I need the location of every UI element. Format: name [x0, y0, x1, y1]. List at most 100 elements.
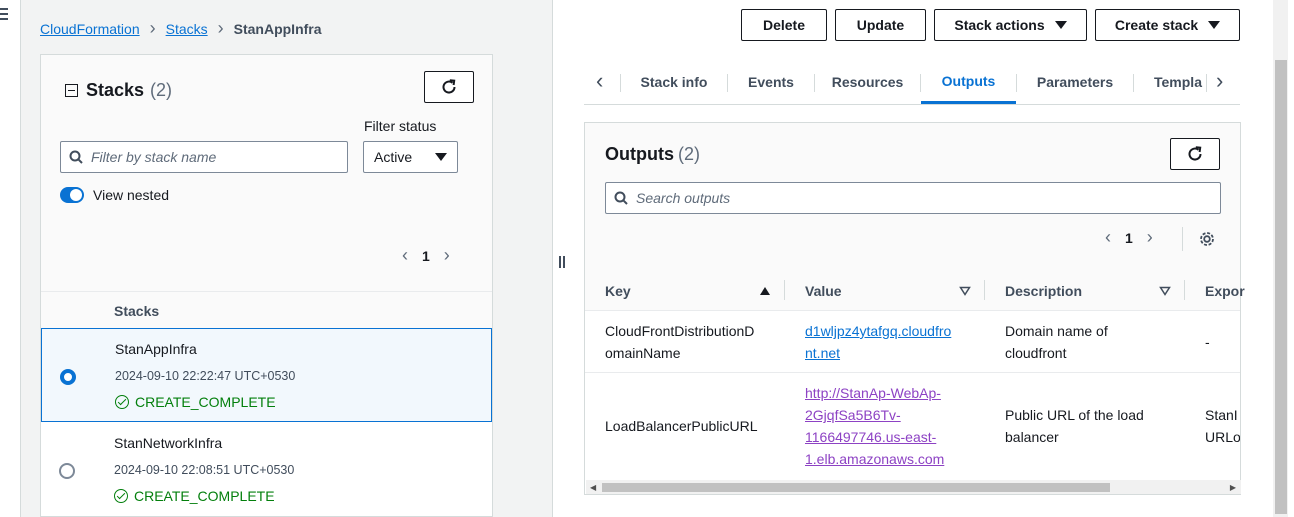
column-header-export[interactable]: Expor	[1205, 283, 1245, 299]
tab-stack-info[interactable]: Stack info	[621, 60, 727, 104]
sort-asc-icon[interactable]	[759, 286, 771, 296]
menu-icon[interactable]	[0, 8, 10, 20]
stack-name: StanAppInfra	[115, 341, 197, 357]
refresh-icon	[1188, 146, 1202, 161]
table-row: LoadBalancerPublicURL http://StanAp-WebA…	[585, 373, 1240, 481]
stacks-page-number[interactable]: 1	[422, 248, 430, 264]
check-circle-icon	[115, 395, 129, 409]
output-key: LoadBalancerPublicURL	[605, 418, 758, 434]
stack-radio[interactable]	[59, 463, 75, 479]
chevron-right-icon[interactable]: ›	[1147, 227, 1153, 248]
scrollbar-thumb[interactable]	[602, 483, 1110, 492]
stack-name: StanNetworkInfra	[114, 435, 223, 451]
refresh-outputs-button[interactable]	[1170, 138, 1220, 170]
chevron-right-icon[interactable]: ›	[444, 245, 450, 266]
sort-icon[interactable]	[1159, 286, 1171, 296]
breadcrumb-cloudformation[interactable]: CloudFormation	[40, 21, 140, 37]
column-header-value[interactable]: Value	[805, 283, 842, 299]
outputs-title-label: Outputs	[605, 144, 674, 164]
update-button[interactable]: Update	[835, 9, 926, 41]
create-stack-label: Create stack	[1114, 17, 1199, 33]
outputs-pagination: ‹ 1 ›	[1105, 227, 1153, 248]
outputs-table-header: Key Value Description Expor	[585, 271, 1245, 311]
stack-actions-button[interactable]: Stack actions	[934, 9, 1087, 41]
filter-status-select[interactable]: Active	[363, 141, 458, 173]
output-description: Domain name of cloudfront	[1005, 323, 1108, 361]
page-vertical-scrollbar[interactable]	[1273, 0, 1288, 517]
output-key: CloudFrontDistributionD omainName	[605, 323, 755, 361]
outputs-card: Outputs(2) ‹ 1 › Key Value Descr	[584, 122, 1245, 495]
caret-down-icon	[1208, 21, 1221, 29]
pane-resize-handle[interactable]	[559, 256, 567, 270]
update-button-label: Update	[856, 17, 905, 33]
caret-down-icon	[435, 153, 447, 161]
search-icon	[69, 150, 83, 164]
outputs-page-number[interactable]: 1	[1125, 230, 1133, 246]
chevron-left-icon[interactable]: ‹	[596, 68, 603, 94]
stack-status: CREATE_COMPLETE	[114, 488, 275, 504]
output-export: -	[1205, 334, 1210, 350]
stacks-title-label: Stacks	[86, 80, 145, 100]
breadcrumb-chevron-icon: ›	[149, 18, 156, 38]
sort-icon[interactable]	[959, 286, 971, 296]
table-row: CloudFrontDistributionD omainName d1wljpz…	[585, 311, 1240, 373]
stack-actions-label: Stack actions	[954, 17, 1045, 33]
breadcrumb-stacks[interactable]: Stacks	[166, 21, 208, 37]
stack-row[interactable]: StanAppInfra 2024-09-10 22:22:47 UTC+053…	[41, 328, 492, 422]
output-description: Public URL of the load balancer	[1005, 407, 1144, 445]
tab-parameters-label: Parameters	[1036, 74, 1114, 90]
view-nested-toggle[interactable]	[60, 187, 84, 203]
collapse-icon[interactable]	[65, 84, 78, 97]
breadcrumb-chevron-icon: ›	[217, 18, 224, 38]
refresh-stacks-button[interactable]	[424, 71, 474, 103]
stack-search-input[interactable]	[91, 149, 331, 165]
chevron-right-icon[interactable]: ›	[1216, 68, 1223, 94]
chevron-left-icon[interactable]: ‹	[402, 245, 408, 266]
stack-search-field[interactable]	[60, 141, 348, 173]
search-icon	[614, 191, 628, 205]
column-header-key[interactable]: Key	[605, 283, 631, 299]
output-value-link[interactable]: http://StanAp-WebAp- 2GjqfSa5B6Tv- 1166497…	[805, 385, 944, 467]
stacks-table-header: Stacks	[41, 291, 492, 329]
chevron-left-icon[interactable]: ‹	[1105, 227, 1111, 248]
view-nested-toggle-row: View nested	[60, 187, 169, 203]
outputs-horizontal-scrollbar[interactable]: ◀ ▶	[586, 480, 1241, 494]
tab-events[interactable]: Events	[728, 60, 814, 104]
tab-parameters[interactable]: Parameters	[1017, 60, 1133, 104]
scroll-right-icon[interactable]: ▶	[1230, 483, 1236, 492]
delete-button[interactable]: Delete	[741, 9, 827, 41]
tab-resources-label: Resources	[831, 74, 904, 90]
caret-down-icon	[1054, 21, 1067, 29]
output-value-link[interactable]: d1wljpz4ytafgq.cloudfro nt.net	[805, 323, 951, 361]
filter-status-value: Active	[374, 149, 413, 165]
stacks-title: Stacks (2)	[65, 80, 172, 101]
check-circle-icon	[114, 489, 128, 503]
stack-status: CREATE_COMPLETE	[115, 394, 276, 410]
tab-template-label: Templa	[1154, 74, 1202, 90]
refresh-icon	[442, 79, 456, 94]
outputs-search-field[interactable]	[605, 182, 1221, 214]
stacks-column-header[interactable]: Stacks	[114, 303, 159, 319]
tab-outputs[interactable]: Outputs	[921, 60, 1016, 104]
stack-status-text: CREATE_COMPLETE	[134, 488, 275, 504]
stacks-count: (2)	[150, 80, 173, 100]
tab-events-label: Events	[748, 74, 794, 90]
delete-button-label: Delete	[762, 17, 806, 33]
tab-stack-info-label: Stack info	[640, 74, 708, 90]
gear-icon[interactable]	[1198, 230, 1216, 248]
create-stack-button[interactable]: Create stack	[1095, 9, 1240, 41]
column-header-description[interactable]: Description	[1005, 283, 1082, 299]
tab-resources[interactable]: Resources	[815, 60, 920, 104]
scrollbar-thumb[interactable]	[1275, 60, 1287, 514]
stack-row[interactable]: StanNetworkInfra 2024-09-10 22:08:51 UTC…	[41, 423, 492, 517]
output-export: StanI URLo	[1205, 407, 1240, 445]
stack-tabs: ‹ Stack info Events Resources Outputs Pa…	[584, 60, 1240, 105]
tab-template[interactable]: Templa	[1134, 60, 1206, 104]
stacks-card: Stacks (2) Filter status Active View nes…	[40, 54, 493, 517]
outputs-search-input[interactable]	[636, 190, 1196, 206]
stack-radio-selected[interactable]	[60, 369, 76, 385]
stacks-pagination: ‹ 1 ›	[402, 245, 450, 266]
stack-status-text: CREATE_COMPLETE	[135, 394, 276, 410]
output-value: http://StanAp-WebAp- 2GjqfSa5B6Tv- 1166497…	[805, 382, 944, 470]
scroll-left-icon[interactable]: ◀	[590, 483, 596, 492]
